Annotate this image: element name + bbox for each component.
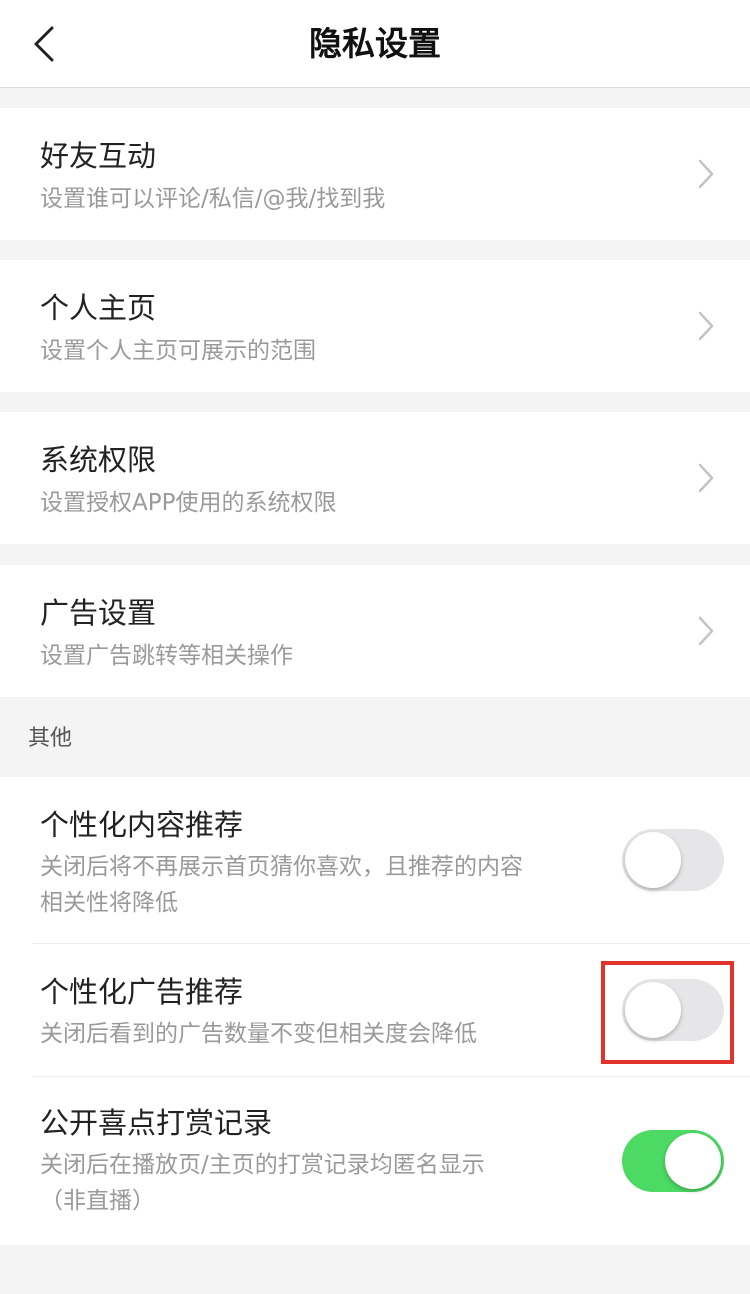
- menu-item-subtitle: 设置个人主页可展示的范围: [40, 338, 316, 364]
- setting-subtitle: （非直播）: [40, 1188, 155, 1214]
- setting-subtitle: 关闭后在播放页/主页的打赏记录均匿名显示: [40, 1152, 485, 1178]
- setting-title: 个性化广告推荐: [40, 975, 244, 1009]
- setting-row-personalized-content: 个性化内容推荐 关闭后将不再展示首页猜你喜欢，且推荐的内容 相关性将降低: [0, 777, 750, 943]
- page-title: 隐私设置: [309, 24, 441, 63]
- chevron-right-icon: [698, 616, 714, 646]
- setting-title: 公开喜点打赏记录: [40, 1106, 273, 1140]
- menu-item-title: 系统权限: [40, 443, 157, 477]
- chevron-right-icon: [698, 463, 714, 493]
- menu-item-title: 好友互动: [40, 139, 157, 173]
- setting-subtitle: 关闭后看到的广告数量不变但相关度会降低: [40, 1021, 477, 1047]
- toggle-knob: [665, 1133, 721, 1189]
- personalized-content-toggle[interactable]: [622, 829, 724, 891]
- setting-subtitle: 相关性将降低: [40, 890, 178, 916]
- menu-item-profile[interactable]: 个人主页 设置个人主页可展示的范围: [0, 260, 750, 392]
- menu-item-subtitle: 设置授权APP使用的系统权限: [40, 490, 337, 516]
- menu-item-title: 个人主页: [40, 291, 157, 325]
- chevron-right-icon: [698, 311, 714, 341]
- menu-item-system-permissions[interactable]: 系统权限 设置授权APP使用的系统权限: [0, 412, 750, 544]
- chevron-right-icon: [698, 159, 714, 189]
- menu-item-subtitle: 设置谁可以评论/私信/@我/找到我: [40, 186, 386, 212]
- menu-item-subtitle: 设置广告跳转等相关操作: [40, 643, 293, 669]
- menu-item-friend-interaction[interactable]: 好友互动 设置谁可以评论/私信/@我/找到我: [0, 108, 750, 240]
- menu-item-ad-settings[interactable]: 广告设置 设置广告跳转等相关操作: [0, 565, 750, 697]
- public-tip-records-toggle[interactable]: [622, 1130, 724, 1192]
- toggle-knob: [625, 832, 681, 888]
- menu-item-title: 广告设置: [40, 596, 157, 630]
- highlight-box: [601, 961, 734, 1064]
- setting-row-public-tip-records: 公开喜点打赏记录 关闭后在播放页/主页的打赏记录均匿名显示 （非直播）: [0, 1077, 750, 1245]
- setting-subtitle: 关闭后将不再展示首页猜你喜欢，且推荐的内容: [40, 854, 523, 880]
- section-label-other: 其他: [28, 726, 73, 751]
- setting-title: 个性化内容推荐: [40, 808, 244, 842]
- nav-bar: 隐私设置: [0, 0, 750, 88]
